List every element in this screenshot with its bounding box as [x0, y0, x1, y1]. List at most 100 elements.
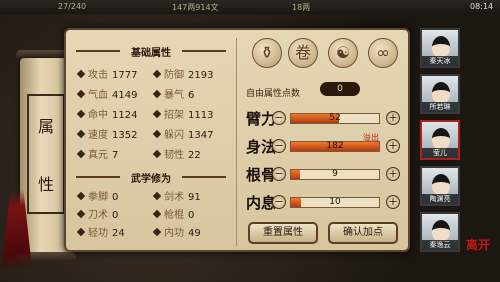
stat-value: 1777 — [112, 70, 138, 81]
scroll-title: 属 性 — [27, 94, 65, 214]
confirm-points-button[interactable]: 确认加点 — [328, 222, 398, 244]
stat-basic-7: 躲闪 1347 — [152, 126, 214, 141]
stat-value: 6 — [188, 90, 195, 101]
attribute-bar: 52 — [290, 113, 380, 124]
stat-name: 剑术 — [164, 192, 184, 203]
diamond-icon — [152, 149, 162, 159]
reset-attributes-button[interactable]: 重置属性 — [248, 222, 318, 244]
overflow-tag: 溢出 — [363, 133, 379, 142]
scroll-title-char: 性 — [37, 175, 54, 194]
increase-button[interactable]: + — [386, 111, 400, 125]
stat-name: 速度 — [88, 130, 108, 141]
stat-basic-5: 招架 1113 — [152, 106, 213, 121]
diamond-icon — [76, 191, 86, 201]
stat-name: 防御 — [164, 70, 184, 81]
stat-name: 攻击 — [88, 70, 108, 81]
stat-value: 24 — [112, 228, 125, 239]
character-name: 所若琳 — [422, 102, 458, 112]
bowl-icon[interactable]: ☯ — [328, 38, 358, 68]
decrease-button[interactable]: − — [272, 167, 286, 181]
character-face — [432, 220, 450, 242]
diamond-icon — [152, 69, 162, 79]
character-name: 秦逸云 — [422, 240, 458, 250]
stat-value: 1124 — [112, 110, 138, 121]
money-text: 147两914文 — [172, 3, 219, 12]
stat-name: 刀术 — [88, 210, 108, 221]
exit-seal-button[interactable]: 离开 — [466, 236, 494, 262]
diamond-icon — [76, 129, 86, 139]
attribute-value: 10 — [329, 197, 341, 207]
gold-text: 18两 — [292, 3, 311, 12]
basic-stats-title: 基础属性 — [76, 44, 226, 59]
diamond-icon — [152, 109, 162, 119]
stat-martial-3: 枪棍 0 — [152, 206, 194, 221]
attribute-bar: 10 — [290, 197, 380, 208]
diamond-icon — [76, 209, 86, 219]
stat-name: 拳脚 — [88, 192, 108, 203]
decrease-button[interactable]: − — [272, 139, 286, 153]
diamond-icon — [76, 149, 86, 159]
martial-stats-title: 武学修为 — [76, 170, 226, 185]
diamond-icon — [152, 227, 162, 237]
stat-name: 真元 — [88, 150, 108, 161]
stat-value: 1347 — [188, 130, 214, 141]
attribute-panel: 基础属性 攻击 1777 防御 2193 气血 4149 暴气 6 命中 1124 招架 1113 速度… — [64, 28, 410, 252]
diamond-icon — [76, 227, 86, 237]
attribute-value: 52 — [329, 113, 341, 123]
attribute-row: 根骨 −9 + — [244, 164, 404, 186]
stat-basic-4: 命中 1124 — [76, 106, 138, 121]
character-portrait[interactable]: 莹儿 — [420, 120, 460, 160]
character-face — [432, 82, 450, 104]
stat-martial-1: 剑术 91 — [152, 188, 201, 203]
decrease-button[interactable]: − — [272, 111, 286, 125]
diamond-icon — [152, 191, 162, 201]
gourd-icon[interactable]: ∞ — [368, 38, 398, 68]
stat-basic-6: 速度 1352 — [76, 126, 138, 141]
clock-text: 08:14 — [470, 2, 494, 11]
increase-button[interactable]: + — [386, 139, 400, 153]
increase-button[interactable]: + — [386, 195, 400, 209]
stat-basic-0: 攻击 1777 — [76, 66, 138, 81]
stat-value: 0 — [112, 192, 119, 203]
bag-icon[interactable]: ⚱ — [252, 38, 282, 68]
scroll-icon[interactable]: 卷 — [288, 38, 318, 68]
character-name: 秦天冰 — [422, 56, 458, 66]
character-portrait[interactable]: 秦天冰 — [420, 28, 460, 68]
stat-name: 轻功 — [88, 228, 108, 239]
character-face — [432, 174, 450, 196]
stat-value: 7 — [112, 150, 119, 161]
stat-basic-8: 真元 7 — [76, 146, 119, 161]
attribute-row: 身法 −182 溢出 + — [244, 133, 404, 158]
diamond-icon — [152, 209, 162, 219]
character-portrait[interactable]: 秦逸云 — [420, 212, 460, 252]
stat-name: 命中 — [88, 110, 108, 121]
stat-basic-3: 暴气 6 — [152, 86, 195, 101]
attribute-bar: 9 — [290, 169, 380, 180]
character-face — [432, 36, 450, 58]
diamond-icon — [152, 129, 162, 139]
stat-martial-2: 刀术 0 — [76, 206, 119, 221]
diamond-icon — [76, 89, 86, 99]
stat-name: 招架 — [164, 110, 184, 121]
diamond-icon — [76, 69, 86, 79]
increase-button[interactable]: + — [386, 167, 400, 181]
stat-value: 1352 — [112, 130, 138, 141]
decrease-button[interactable]: − — [272, 195, 286, 209]
attribute-row: 内息 −10 + — [244, 192, 404, 214]
stat-name: 气血 — [88, 90, 108, 101]
stat-value: 0 — [112, 210, 119, 221]
diamond-icon — [76, 109, 86, 119]
stat-value: 2193 — [188, 70, 214, 81]
stat-name: 内功 — [164, 228, 184, 239]
stat-name: 韧性 — [164, 150, 184, 161]
character-name: 莹儿 — [422, 148, 458, 158]
character-portrait[interactable]: 陶渊亮 — [420, 166, 460, 206]
stat-value: 4149 — [112, 90, 138, 101]
free-points-value: 0 — [320, 82, 360, 96]
diamond-icon — [152, 89, 162, 99]
free-points-label: 自由属性点数 — [246, 89, 301, 99]
stat-martial-5: 内功 49 — [152, 224, 201, 239]
stat-basic-9: 韧性 22 — [152, 146, 201, 161]
character-portrait[interactable]: 所若琳 — [420, 74, 460, 114]
stat-name: 枪棍 — [164, 210, 184, 221]
